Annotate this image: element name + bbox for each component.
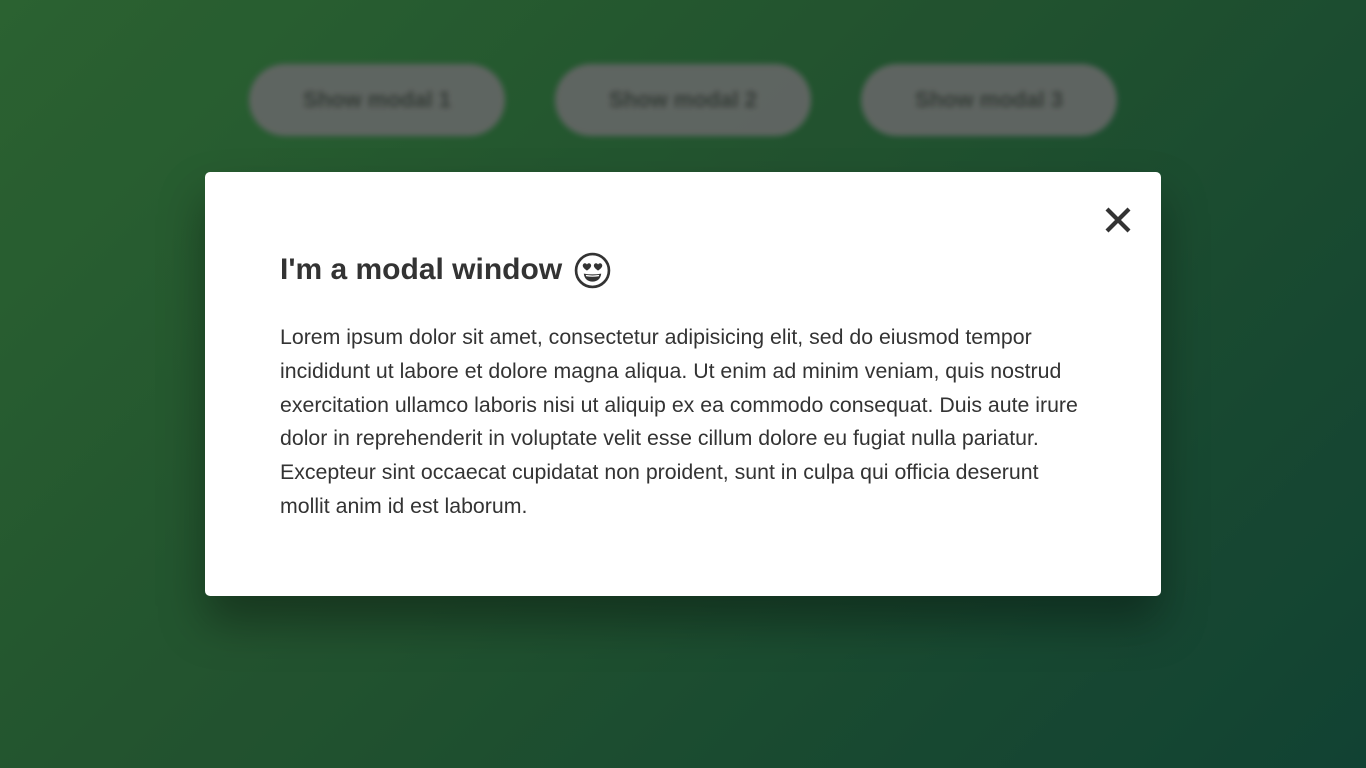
close-button[interactable]	[1100, 204, 1136, 240]
close-icon	[1104, 206, 1132, 239]
modal-title: I'm a modal window	[280, 250, 1086, 290]
modal-title-text: I'm a modal window	[280, 253, 563, 286]
modal-body-text: Lorem ipsum dolor sit amet, consectetur …	[280, 325, 1078, 518]
smiling-face-heart-eyes-icon	[574, 252, 611, 289]
modal-window: I'm a modal window Lorem ipsum dolor sit…	[205, 172, 1161, 596]
